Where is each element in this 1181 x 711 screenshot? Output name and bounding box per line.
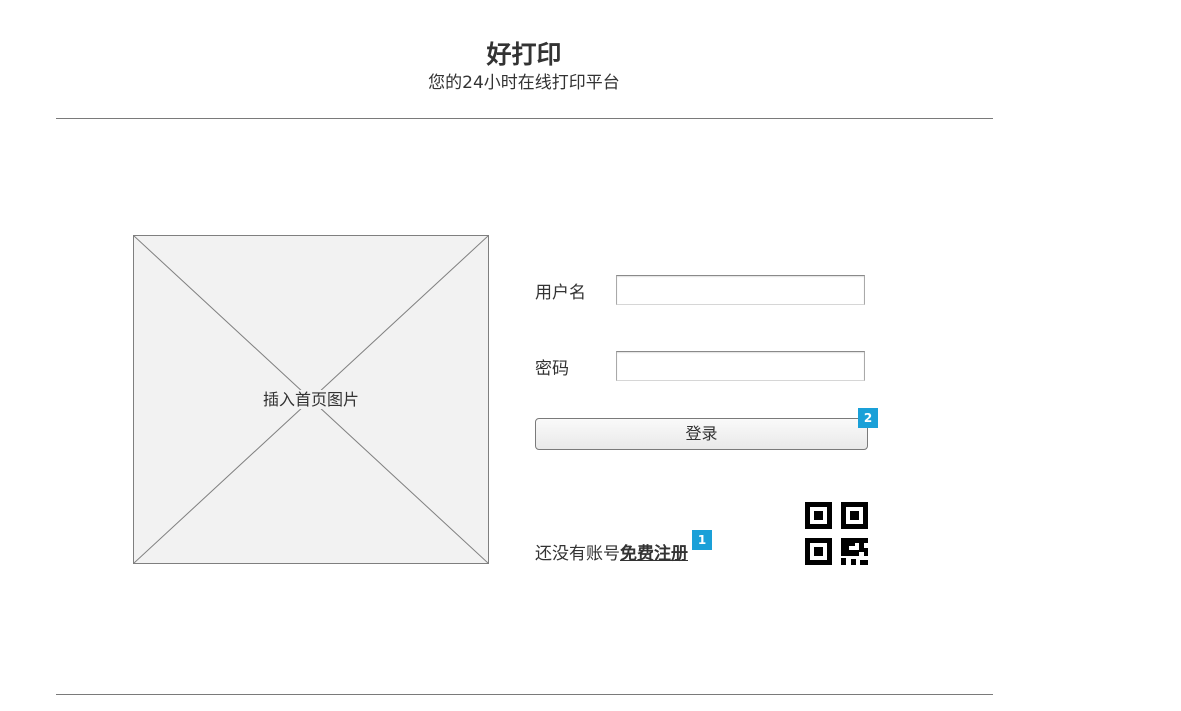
register-row: 还没有账号免费注册	[535, 543, 688, 565]
image-placeholder-label: 插入首页图片	[260, 390, 361, 409]
top-divider	[56, 118, 993, 119]
homepage-image-placeholder: 插入首页图片	[133, 235, 489, 564]
register-link[interactable]: 免费注册	[620, 544, 688, 564]
password-label: 密码	[535, 359, 569, 379]
page-subtitle: 您的24小时在线打印平台	[428, 73, 620, 93]
register-prompt: 还没有账号	[535, 544, 620, 564]
password-field[interactable]	[616, 351, 865, 381]
username-label: 用户名	[535, 283, 586, 303]
page-title: 好打印	[486, 40, 562, 69]
qr-code-icon	[805, 502, 868, 565]
username-field[interactable]	[616, 275, 865, 305]
register-annotation-badge: 1	[692, 530, 712, 550]
login-annotation-badge: 2	[858, 408, 878, 428]
bottom-divider	[56, 694, 993, 695]
login-button[interactable]: 登录	[535, 418, 868, 450]
